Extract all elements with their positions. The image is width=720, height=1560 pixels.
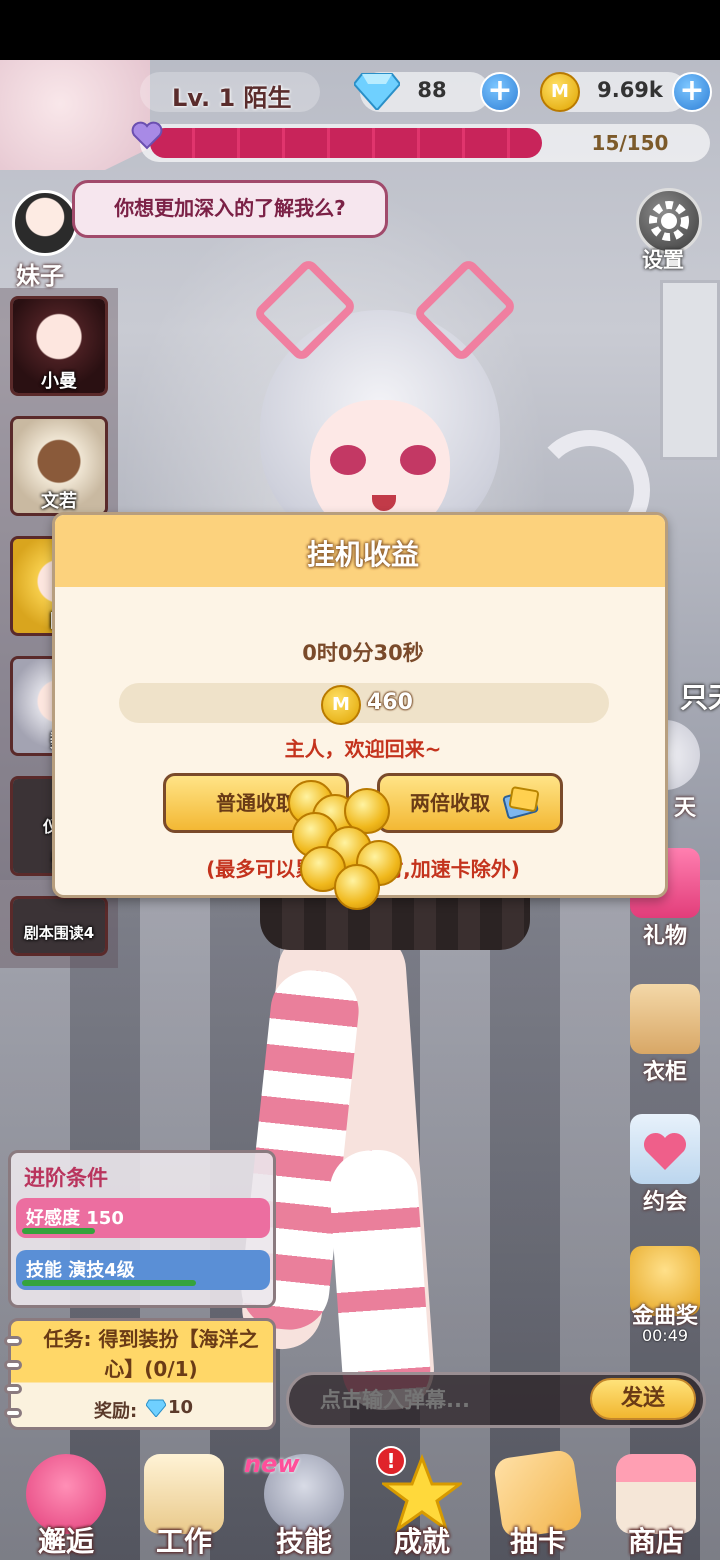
ticket-icon bbox=[502, 786, 540, 819]
earnings-value: 460 bbox=[367, 690, 413, 715]
coin-icon bbox=[334, 864, 380, 910]
gold-coin-icon: M bbox=[321, 685, 361, 725]
idle-duration: 0时0分30秒 bbox=[302, 641, 424, 665]
earnings-bar bbox=[119, 683, 609, 723]
welcome-text: 主人，欢迎回来~ bbox=[284, 737, 442, 761]
dialog-title: 挂机收益 bbox=[306, 538, 419, 571]
